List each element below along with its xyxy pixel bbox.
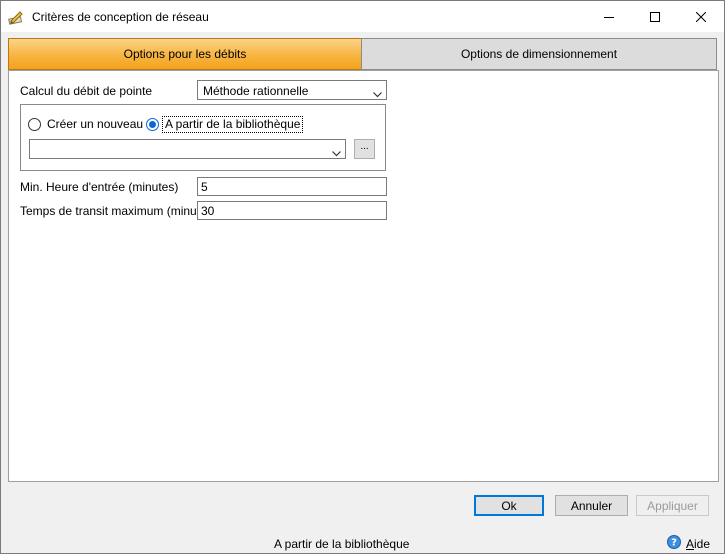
peak-flow-dropdown[interactable]: Méthode rationnelle (197, 80, 387, 100)
pencil-icon (8, 9, 24, 25)
source-groupbox: Créer un nouveau A partir de la biblioth… (20, 104, 386, 171)
max-transit-time-label: Temps de transit maximum (minutes) (20, 204, 217, 218)
max-transit-time-input[interactable]: 30 (197, 201, 387, 220)
peak-flow-value: Méthode rationnelle (203, 84, 309, 98)
status-text: A partir de la bibliothèque (274, 537, 410, 551)
minimize-button[interactable] (586, 1, 632, 32)
from-library-label[interactable]: A partir de la bibliothèque (162, 116, 304, 133)
maximize-icon (650, 11, 660, 22)
flow-options-panel: Calcul du débit de pointe Méthode ration… (8, 70, 719, 482)
help-link[interactable]: Aide (686, 537, 710, 551)
chevron-down-icon (373, 87, 382, 101)
help-label-underlined: A (686, 537, 695, 551)
close-button[interactable] (678, 1, 724, 32)
from-library-radio[interactable] (146, 118, 159, 131)
min-inlet-time-value: 5 (201, 180, 208, 194)
min-inlet-time-input[interactable]: 5 (197, 177, 387, 196)
minimize-icon (604, 12, 614, 22)
maximize-button[interactable] (632, 1, 678, 32)
browse-library-button[interactable]: ... (354, 139, 375, 159)
peak-flow-label: Calcul du débit de pointe (20, 84, 153, 98)
max-transit-time-value: 30 (201, 204, 215, 218)
tab-flow-options[interactable]: Options pour les débits (8, 38, 362, 70)
min-inlet-time-label: Min. Heure d'entrée (minutes) (20, 180, 179, 194)
cancel-button[interactable]: Annuler (555, 495, 628, 516)
window-title: Critères de conception de réseau (32, 10, 209, 24)
apply-button[interactable]: Appliquer (636, 495, 709, 516)
help-label-rest: ide (694, 537, 711, 551)
tab-sizing-options[interactable]: Options de dimensionnement (361, 38, 717, 70)
library-dropdown[interactable] (29, 139, 346, 159)
chevron-down-icon (332, 146, 341, 160)
create-new-label[interactable]: Créer un nouveau (47, 117, 143, 131)
dialog-window: Critères de conception de réseau Options… (0, 0, 725, 554)
ok-button[interactable]: Ok (474, 495, 544, 516)
status-bar: A partir de la bibliothèque ? Aide (1, 530, 724, 553)
tab-strip: Options pour les débits Options de dimen… (8, 38, 717, 70)
create-new-radio[interactable] (28, 118, 41, 131)
help-icon[interactable]: ? (667, 535, 681, 549)
svg-text:?: ? (671, 538, 677, 549)
close-icon (696, 11, 706, 22)
title-bar: Critères de conception de réseau (1, 1, 724, 32)
